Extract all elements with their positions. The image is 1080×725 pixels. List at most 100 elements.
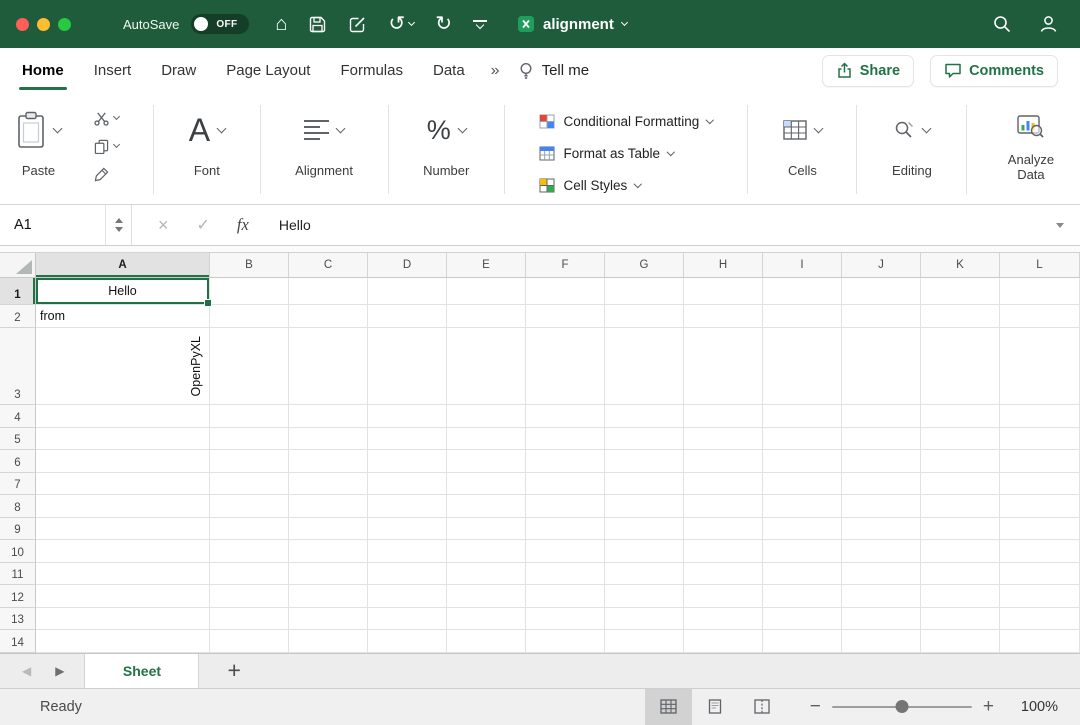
cell-J10[interactable] [842,540,921,563]
cell-D9[interactable] [368,518,447,541]
insert-function-icon[interactable]: fx [237,215,249,235]
stepper-up-icon[interactable] [115,218,123,223]
cell-L8[interactable] [1000,495,1080,518]
cell-A5[interactable] [36,428,210,451]
cell-J5[interactable] [842,428,921,451]
cell-K13[interactable] [921,608,1000,631]
cell-F6[interactable] [526,450,605,473]
cell-F5[interactable] [526,428,605,451]
row-header-10[interactable]: 10 [0,540,36,563]
format-as-table-chevron-icon[interactable] [667,148,675,156]
font-button[interactable]: A [189,101,225,159]
cell-J8[interactable] [842,495,921,518]
cell-H11[interactable] [684,563,763,586]
format-painter-button[interactable] [94,163,119,185]
row-header-11[interactable]: 11 [0,563,36,586]
cell-B5[interactable] [210,428,289,451]
cell-J7[interactable] [842,473,921,496]
cells-button[interactable] [783,101,822,159]
save-icon[interactable] [308,15,327,34]
cell-J12[interactable] [842,585,921,608]
document-title-group[interactable]: alignment [517,15,627,33]
cell-E11[interactable] [447,563,526,586]
page-layout-view-button[interactable] [692,689,739,725]
cell-A3[interactable]: OpenPyXL [36,328,210,405]
cell-L10[interactable] [1000,540,1080,563]
cell-F11[interactable] [526,563,605,586]
cell-F3[interactable] [526,328,605,405]
account-person-icon[interactable] [1038,14,1060,34]
cell-F14[interactable] [526,630,605,653]
cell-K6[interactable] [921,450,1000,473]
cell-K5[interactable] [921,428,1000,451]
cell-H1[interactable] [684,278,763,305]
cell-L13[interactable] [1000,608,1080,631]
cell-D10[interactable] [368,540,447,563]
cell-F2[interactable] [526,305,605,328]
row-header-5[interactable]: 5 [0,428,36,451]
cell-I14[interactable] [763,630,842,653]
edit-compose-icon[interactable] [348,15,367,34]
cell-A7[interactable] [36,473,210,496]
cell-E6[interactable] [447,450,526,473]
toolbar-options-icon[interactable] [473,20,487,28]
cell-L1[interactable] [1000,278,1080,305]
tab-home[interactable]: Home [22,48,64,93]
formula-bar-content[interactable]: Hello [279,217,311,233]
tab-insert[interactable]: Insert [94,48,132,93]
column-header-K[interactable]: K [921,253,1000,278]
cell-J4[interactable] [842,405,921,428]
cells-chevron-icon[interactable] [813,124,823,134]
cell-A11[interactable] [36,563,210,586]
page-break-view-button[interactable] [739,689,786,725]
cell-B4[interactable] [210,405,289,428]
cell-G2[interactable] [605,305,684,328]
cell-K7[interactable] [921,473,1000,496]
cell-I9[interactable] [763,518,842,541]
cut-chevron-icon[interactable] [113,113,120,120]
cell-G3[interactable] [605,328,684,405]
row-header-7[interactable]: 7 [0,473,36,496]
cell-J11[interactable] [842,563,921,586]
column-header-G[interactable]: G [605,253,684,278]
home-icon[interactable]: ⌂ [275,14,287,34]
cell-B11[interactable] [210,563,289,586]
cell-B10[interactable] [210,540,289,563]
cell-G4[interactable] [605,405,684,428]
cell-L4[interactable] [1000,405,1080,428]
ribbon-overflow-chevrons[interactable]: » [491,62,500,80]
row-header-9[interactable]: 9 [0,518,36,541]
row-header-3[interactable]: 3 [0,328,36,405]
alignment-chevron-icon[interactable] [336,124,346,134]
cell-C5[interactable] [289,428,368,451]
cell-G13[interactable] [605,608,684,631]
tab-page-layout[interactable]: Page Layout [226,48,310,93]
cell-A9[interactable] [36,518,210,541]
sheet-nav-right-icon[interactable]: ▶ [55,664,64,678]
cell-K9[interactable] [921,518,1000,541]
cell-A4[interactable] [36,405,210,428]
cell-L7[interactable] [1000,473,1080,496]
cell-I6[interactable] [763,450,842,473]
close-window-button[interactable] [16,18,29,31]
cell-K12[interactable] [921,585,1000,608]
cell-I12[interactable] [763,585,842,608]
cell-D6[interactable] [368,450,447,473]
cell-B12[interactable] [210,585,289,608]
cell-F12[interactable] [526,585,605,608]
name-box[interactable]: A1 [0,205,132,245]
cell-H12[interactable] [684,585,763,608]
cell-E9[interactable] [447,518,526,541]
paste-button[interactable] [16,101,61,159]
row-header-2[interactable]: 2 [0,305,36,328]
cell-I13[interactable] [763,608,842,631]
cell-D7[interactable] [368,473,447,496]
cell-E4[interactable] [447,405,526,428]
cell-G10[interactable] [605,540,684,563]
cell-J13[interactable] [842,608,921,631]
formula-bar-expand-icon[interactable] [1056,223,1064,228]
cell-F8[interactable] [526,495,605,518]
cell-K8[interactable] [921,495,1000,518]
cell-L6[interactable] [1000,450,1080,473]
cell-F9[interactable] [526,518,605,541]
